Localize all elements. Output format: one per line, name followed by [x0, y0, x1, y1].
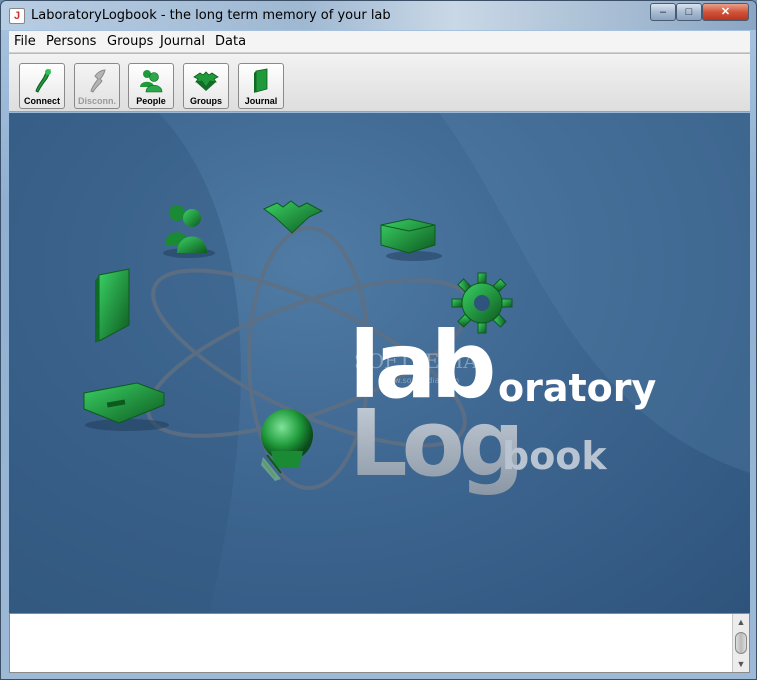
application-window: J LaboratoryLogbook - the long term memo… [0, 0, 757, 680]
log-output-area[interactable]: ▲ ▼ [9, 613, 750, 673]
connect-label: Connect [24, 96, 60, 106]
journal-button[interactable]: Journal [238, 63, 284, 109]
minimize-button[interactable]: – [650, 3, 676, 21]
connect-icon [35, 69, 51, 93]
splash-artwork: lab oratory Log book SOFTPEDIA www.softp… [9, 113, 750, 613]
drawer-icon [83, 382, 169, 431]
disconnect-icon [90, 69, 106, 93]
connect-button[interactable]: Connect [19, 63, 65, 109]
journal-label: Journal [244, 96, 278, 106]
maximize-button[interactable]: □ [676, 3, 702, 21]
menu-persons[interactable]: Persons [46, 34, 96, 49]
toolbar: Connect Disconn. People Groups Journal [9, 54, 750, 112]
title-bar[interactable]: J LaboratoryLogbook - the long term memo… [1, 1, 756, 30]
watermark-url: www.softpedia.com [381, 376, 459, 385]
scroll-thumb[interactable] [735, 632, 747, 654]
logo-log: Log [349, 390, 519, 497]
disconnect-label: Disconn. [77, 96, 116, 106]
light-bulb-icon [261, 409, 313, 481]
people-icon [140, 70, 163, 93]
groups-label: Groups [189, 96, 222, 106]
menu-groups[interactable]: Groups [107, 34, 153, 49]
logo-oratory: oratory [498, 366, 657, 410]
disconnect-button[interactable]: Disconn. [74, 63, 120, 109]
groups-button[interactable]: Groups [183, 63, 229, 109]
logo-book: book [502, 434, 607, 478]
menu-data[interactable]: Data [215, 34, 246, 49]
window-title: LaboratoryLogbook - the long term memory… [31, 8, 391, 23]
scroll-up-icon[interactable]: ▲ [735, 616, 747, 628]
data-box-icon [380, 218, 442, 261]
java-app-icon: J [9, 8, 25, 24]
scroll-down-icon[interactable]: ▼ [735, 658, 747, 670]
groups-icon [193, 71, 219, 91]
people-label: People [136, 96, 166, 106]
vertical-scrollbar[interactable]: ▲ ▼ [732, 614, 749, 672]
menu-journal[interactable]: Journal [160, 34, 205, 49]
menu-file[interactable]: File [14, 34, 36, 49]
close-button[interactable]: ✕ [702, 3, 749, 21]
splash-panel: lab oratory Log book SOFTPEDIA www.softp… [9, 113, 750, 613]
journal-icon [254, 68, 268, 93]
people-button[interactable]: People [128, 63, 174, 109]
menu-bar: File Persons Groups Journal Data [9, 31, 750, 53]
watermark: SOFTPEDIA [354, 349, 478, 373]
